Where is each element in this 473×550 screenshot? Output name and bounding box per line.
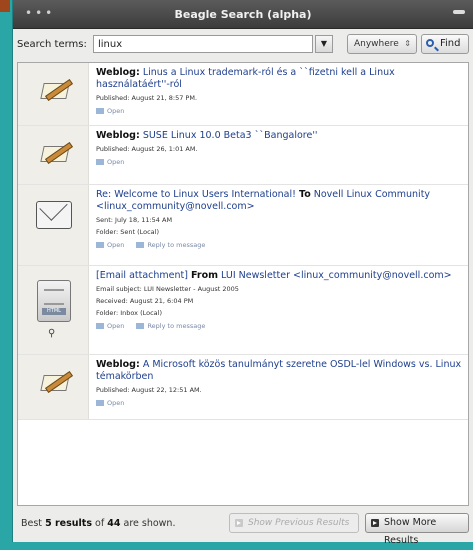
result-published: Published: August 21, 8:57 PM. bbox=[96, 94, 198, 102]
from-label: From bbox=[191, 270, 219, 281]
show-more-results-button[interactable]: Show More Results bbox=[365, 513, 469, 546]
to-label: To bbox=[298, 189, 311, 200]
open-button[interactable]: Open bbox=[96, 107, 124, 115]
result-type: [Email attachment] bbox=[96, 270, 188, 281]
result-icon-column: HTML ⚲ bbox=[18, 266, 89, 354]
open-button[interactable]: Open bbox=[96, 241, 124, 249]
search-terms-label: Search terms: bbox=[17, 39, 87, 50]
result-published: Published: August 22, 12:51 AM. bbox=[96, 386, 202, 394]
open-button[interactable]: Open bbox=[96, 399, 124, 407]
result-title[interactable]: Re: Welcome to Linux Users International… bbox=[96, 189, 296, 200]
result-icon-column bbox=[18, 185, 89, 265]
result-title[interactable]: Linus a Linux trademark-ról és a ``fizet… bbox=[96, 67, 395, 90]
open-icon bbox=[96, 159, 104, 165]
open-icon bbox=[96, 242, 104, 248]
weblog-icon bbox=[40, 140, 74, 165]
results-footer: Best 5 results of 44 are shown. Show Pre… bbox=[17, 512, 469, 546]
reply-icon bbox=[136, 242, 145, 248]
result-published: Published: August 26, 1:01 AM. bbox=[96, 145, 198, 153]
result-folder: Folder: Sent (Local) bbox=[96, 228, 160, 236]
search-icon bbox=[426, 39, 434, 47]
scope-value: Anywhere bbox=[354, 39, 399, 49]
result-icon-column bbox=[18, 126, 89, 184]
open-button[interactable]: Open bbox=[96, 158, 124, 166]
result-subject: Email subject: LUI Newsletter - August 2… bbox=[96, 285, 239, 293]
title-bar[interactable]: ••• Beagle Search (alpha) bbox=[13, 0, 473, 29]
chevron-down-icon: ▼ bbox=[320, 39, 328, 48]
open-button[interactable]: Open bbox=[96, 322, 124, 330]
result-type: Weblog: bbox=[96, 67, 140, 78]
result-item[interactable]: Weblog: Linus a Linux trademark-ról és a… bbox=[18, 63, 468, 126]
find-button[interactable]: Find bbox=[421, 34, 469, 54]
reply-icon bbox=[136, 323, 145, 329]
previous-label: Show Previous Results bbox=[248, 518, 350, 528]
result-sent: Sent: July 18, 11:54 AM bbox=[96, 216, 173, 224]
result-icon-column bbox=[18, 355, 89, 419]
result-item[interactable]: Weblog: SUSE Linux 10.0 Beta3 ``Bangalor… bbox=[18, 126, 468, 185]
beagle-search-window: ••• Beagle Search (alpha) Search terms: … bbox=[12, 0, 473, 546]
open-icon bbox=[96, 108, 104, 114]
paperclip-icon: ⚲ bbox=[48, 328, 56, 339]
window-title: Beagle Search (alpha) bbox=[174, 8, 312, 21]
scope-select[interactable]: Anywhere ⇕ bbox=[347, 34, 417, 54]
weblog-icon bbox=[40, 77, 74, 102]
result-icon-column bbox=[18, 63, 89, 125]
search-input[interactable] bbox=[93, 35, 313, 53]
result-type: Weblog: bbox=[96, 359, 140, 370]
result-item[interactable]: HTML ⚲ [Email attachment] From LUI Newsl… bbox=[18, 266, 468, 355]
result-type: Weblog: bbox=[96, 130, 140, 141]
weblog-icon bbox=[40, 369, 74, 394]
desktop-corner-tab bbox=[0, 0, 10, 12]
result-title[interactable]: SUSE Linux 10.0 Beta3 ``Bangalore'' bbox=[143, 130, 318, 141]
reply-button[interactable]: Reply to message bbox=[136, 322, 205, 330]
search-history-dropdown[interactable]: ▼ bbox=[315, 35, 333, 53]
open-icon bbox=[96, 323, 104, 329]
updown-arrows-icon: ⇕ bbox=[404, 39, 411, 48]
email-icon bbox=[36, 201, 72, 229]
result-folder: Folder: Inbox (Local) bbox=[96, 309, 162, 317]
results-list: Weblog: Linus a Linux trademark-ról és a… bbox=[17, 62, 469, 506]
previous-icon bbox=[235, 519, 243, 527]
find-button-label: Find bbox=[440, 38, 461, 49]
show-previous-results-button[interactable]: Show Previous Results bbox=[229, 513, 359, 533]
search-bar: Search terms: ▼ Anywhere ⇕ Find bbox=[13, 33, 473, 57]
html-attachment-icon: HTML bbox=[37, 280, 71, 322]
reply-button[interactable]: Reply to message bbox=[136, 241, 205, 249]
result-title[interactable]: A Microsoft közös tanulmányt szeretne OS… bbox=[96, 359, 461, 382]
result-title[interactable]: LUI Newsletter <linux_community@novell.c… bbox=[221, 270, 452, 281]
results-summary: Best 5 results of 44 are shown. bbox=[21, 518, 176, 529]
result-received: Received: August 21, 6:04 PM bbox=[96, 297, 194, 305]
result-item[interactable]: Weblog: A Microsoft közös tanulmányt sze… bbox=[18, 355, 468, 420]
next-icon bbox=[371, 519, 379, 527]
open-icon bbox=[96, 400, 104, 406]
result-item[interactable]: Re: Welcome to Linux Users International… bbox=[18, 185, 468, 266]
minimize-icon[interactable] bbox=[453, 10, 465, 14]
